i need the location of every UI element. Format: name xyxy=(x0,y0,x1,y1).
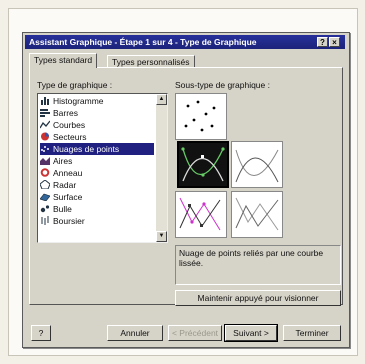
close-title-button[interactable]: × xyxy=(329,37,340,47)
list-item-bulle[interactable]: Bulle xyxy=(40,203,154,215)
list-item-secteurs[interactable]: Secteurs xyxy=(40,131,154,143)
area-chart-icon xyxy=(40,156,50,165)
preview-button[interactable]: Maintenir appuyé pour visionner xyxy=(175,290,341,306)
scroll-up-icon[interactable]: ▲ xyxy=(156,94,167,105)
list-item-boursier[interactable]: Boursier xyxy=(40,215,154,227)
straight-lines-markers-icon xyxy=(179,197,221,231)
subtype-description: Nuage de points reliés par une courbe li… xyxy=(175,245,341,285)
finish-button[interactable]: Terminer xyxy=(283,325,341,341)
list-item-histogramme[interactable]: Histogramme xyxy=(40,95,154,107)
bar-chart-icon xyxy=(40,96,50,105)
subtype-smoothed-lines[interactable] xyxy=(231,141,283,188)
subtype-scatter-markers[interactable] xyxy=(175,93,227,140)
list-item-barres[interactable]: Barres xyxy=(40,107,154,119)
subtype-straight-markers[interactable] xyxy=(175,191,227,238)
list-scrollbar[interactable]: ▲ ▼ xyxy=(156,94,167,242)
next-button[interactable]: Suivant > xyxy=(224,324,278,342)
stock-chart-icon xyxy=(40,216,50,225)
list-item-aires[interactable]: Aires xyxy=(40,155,154,167)
donut-chart-icon xyxy=(40,168,50,177)
smoothed-lines-markers-icon xyxy=(181,147,225,182)
pie-chart-icon xyxy=(40,132,50,141)
help-icon: ? xyxy=(38,328,44,338)
subtype-grid xyxy=(175,93,285,241)
help-title-button[interactable]: ? xyxy=(317,37,328,47)
list-item-nuages-de-points[interactable]: Nuages de points xyxy=(40,143,154,155)
previous-button[interactable]: < Précédent xyxy=(168,325,222,341)
scatter-chart-icon xyxy=(40,144,50,153)
subtype-smoothed-markers[interactable] xyxy=(177,141,229,188)
list-item-courbes[interactable]: Courbes xyxy=(39,119,154,131)
subtype-straight-lines[interactable] xyxy=(231,191,283,238)
list-item-surface[interactable]: Surface xyxy=(39,191,154,203)
radar-chart-icon xyxy=(39,179,51,190)
tab-standard-types[interactable]: Types standard xyxy=(29,53,98,68)
bubble-chart-icon xyxy=(40,204,50,213)
straight-lines-icon xyxy=(235,197,279,231)
horizontal-bar-icon xyxy=(40,108,50,117)
surface-chart-icon xyxy=(39,192,51,202)
list-item-anneau[interactable]: Anneau xyxy=(40,167,154,179)
line-chart-icon xyxy=(39,120,51,129)
chart-type-label: Type de graphique : xyxy=(37,80,113,90)
smoothed-lines-icon xyxy=(235,149,279,183)
chart-type-list[interactable]: Histogramme Barres Courbes Secteurs Nuag… xyxy=(37,93,168,243)
cancel-button[interactable]: Annuler xyxy=(107,325,163,341)
dialog-title: Assistant Graphique - Étape 1 sur 4 - Ty… xyxy=(29,37,257,47)
dialog-titlebar: Assistant Graphique - Étape 1 sur 4 - Ty… xyxy=(25,35,345,49)
chart-wizard-dialog: Assistant Graphique - Étape 1 sur 4 - Ty… xyxy=(22,32,350,348)
help-button[interactable]: ? xyxy=(31,325,51,341)
subtype-label: Sous-type de graphique : xyxy=(175,80,270,90)
list-item-radar[interactable]: Radar xyxy=(39,179,154,191)
scatter-markers-icon xyxy=(184,100,216,132)
scroll-down-icon[interactable]: ▼ xyxy=(156,231,167,242)
